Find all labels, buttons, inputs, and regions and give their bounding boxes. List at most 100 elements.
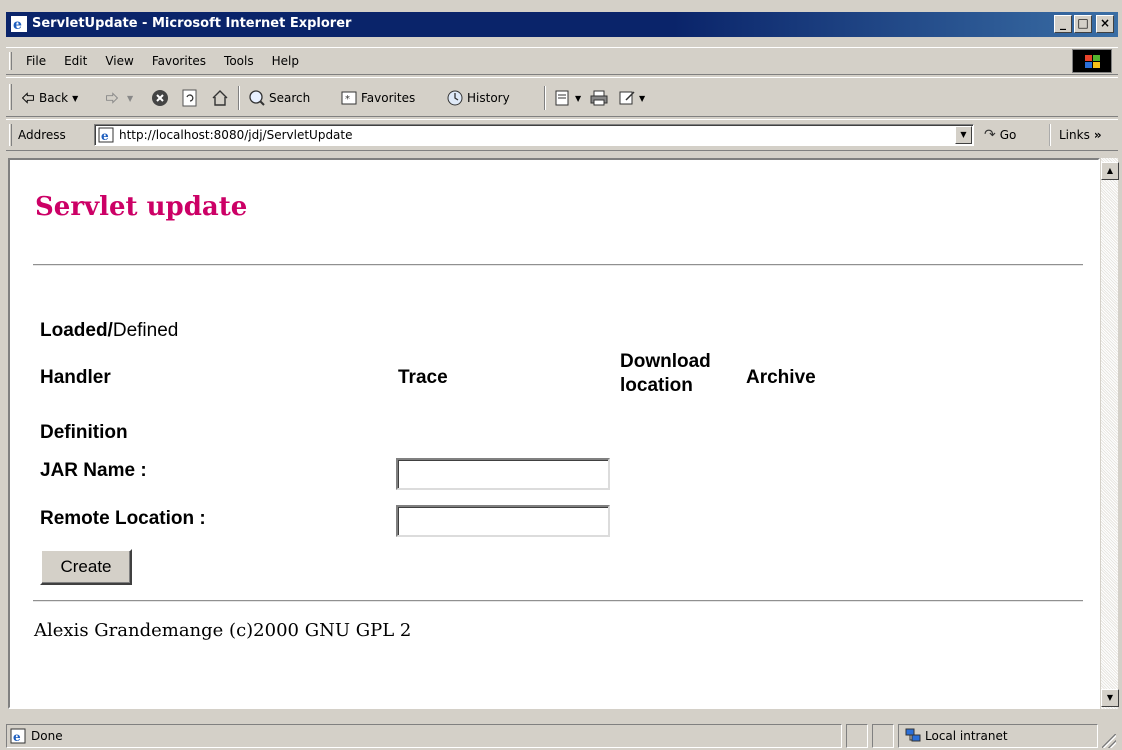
- search-label: Search: [269, 91, 311, 105]
- close-button[interactable]: ×: [1096, 15, 1114, 33]
- address-bar: Address e http://localhost:8080/jdj/Serv…: [6, 119, 1118, 151]
- column-header-archive: Archive: [746, 367, 816, 388]
- menu-view[interactable]: View: [96, 54, 142, 68]
- internet-explorer-icon: e: [11, 16, 27, 32]
- menu-help[interactable]: Help: [263, 54, 308, 68]
- forward-dropdown-icon[interactable]: ▼: [127, 94, 133, 103]
- horizontal-rule: [33, 600, 1083, 602]
- menu-tools[interactable]: Tools: [215, 54, 263, 68]
- links-label: Links: [1059, 128, 1090, 142]
- forward-button[interactable]: ▼: [104, 86, 133, 110]
- vertical-scrollbar[interactable]: ▲ ▼: [1100, 158, 1119, 709]
- history-button[interactable]: History: [446, 86, 510, 110]
- page-title: Servlet update: [35, 192, 248, 222]
- toolbar-grip[interactable]: [9, 84, 12, 110]
- back-button[interactable]: Back ▼: [20, 86, 78, 110]
- address-label: Address: [18, 128, 66, 142]
- address-input[interactable]: e http://localhost:8080/jdj/ServletUpdat…: [94, 124, 974, 146]
- status-panel-security: [872, 724, 894, 748]
- edit-page-icon: [619, 91, 635, 105]
- loaded-label: Loaded/: [40, 320, 113, 341]
- page-content: Servlet update Loaded/Defined Handler Tr…: [8, 158, 1100, 709]
- menu-favorites[interactable]: Favorites: [143, 54, 215, 68]
- forward-arrow-icon: [106, 92, 119, 104]
- go-arrow-icon: ↷: [984, 127, 996, 143]
- stop-icon: [152, 90, 168, 106]
- back-label: Back: [39, 91, 69, 105]
- scroll-up-button[interactable]: ▲: [1101, 162, 1119, 180]
- status-text: Done: [31, 729, 63, 743]
- column-header-trace: Trace: [398, 367, 448, 388]
- refresh-button[interactable]: [181, 86, 202, 110]
- svg-text:e: e: [101, 129, 109, 143]
- stop-button[interactable]: [151, 86, 172, 110]
- horizontal-rule: [33, 264, 1083, 266]
- page-done-icon: e: [10, 728, 26, 744]
- download-line-1: Download: [620, 351, 711, 372]
- home-button[interactable]: [211, 86, 232, 110]
- chevron-right-icon: »: [1093, 128, 1102, 142]
- links-button[interactable]: Links»: [1049, 124, 1102, 146]
- standard-toolbar: Back ▼ ▼ Search * Favorites History ▼ ▼: [6, 77, 1118, 117]
- address-grip[interactable]: [9, 124, 12, 146]
- search-button[interactable]: Search: [248, 86, 310, 110]
- mail-icon: [555, 90, 569, 106]
- status-bar: e Done Local intranet: [6, 722, 1118, 750]
- column-header-download-location: Download location: [620, 350, 711, 398]
- title-bar[interactable]: e ServletUpdate - Microsoft Internet Exp…: [6, 12, 1118, 37]
- print-button[interactable]: [590, 86, 611, 110]
- go-label: Go: [999, 128, 1017, 142]
- favorites-button[interactable]: * Favorites: [340, 86, 415, 110]
- maximize-button[interactable]: □: [1074, 15, 1092, 33]
- menu-file[interactable]: File: [20, 54, 55, 68]
- status-panel-progress: [846, 724, 868, 748]
- menu-grip[interactable]: [9, 52, 12, 70]
- mail-dropdown-icon[interactable]: ▼: [575, 94, 581, 103]
- local-intranet-icon: [905, 728, 921, 742]
- edit-dropdown-icon[interactable]: ▼: [639, 94, 645, 103]
- minimize-button[interactable]: _: [1054, 15, 1072, 33]
- jar-name-label: JAR Name :: [40, 460, 147, 481]
- remote-location-label: Remote Location :: [40, 508, 206, 529]
- definition-heading: Definition: [40, 422, 128, 443]
- column-header-handler: Handler: [40, 367, 111, 388]
- resize-grip[interactable]: [1102, 734, 1116, 748]
- windows-logo: [1072, 49, 1112, 73]
- create-button[interactable]: Create: [40, 549, 132, 585]
- page-icon: e: [98, 127, 114, 143]
- search-icon: [249, 90, 265, 106]
- defined-label: Defined: [112, 320, 179, 341]
- download-line-2: location: [620, 375, 693, 396]
- svg-text:*: *: [345, 94, 350, 105]
- menu-edit[interactable]: Edit: [55, 54, 96, 68]
- menu-bar: File Edit View Favorites Tools Help: [6, 47, 1118, 75]
- toolbar-separator: [544, 86, 546, 110]
- svg-text:e: e: [13, 17, 22, 32]
- toolbar-separator: [238, 86, 240, 110]
- mail-button[interactable]: ▼: [554, 86, 581, 110]
- edit-button[interactable]: ▼: [618, 86, 645, 110]
- address-dropdown-button[interactable]: ▼: [955, 126, 972, 144]
- back-dropdown-icon[interactable]: ▼: [72, 94, 78, 103]
- footer-text: Alexis Grandemange (c)2000 GNU GPL 2: [34, 620, 412, 641]
- jar-name-input[interactable]: [396, 458, 610, 490]
- status-panel-zone[interactable]: Local intranet: [898, 724, 1098, 748]
- browser-window: e ServletUpdate - Microsoft Internet Exp…: [6, 0, 1122, 750]
- loaded-defined-heading: Loaded/Defined: [40, 320, 178, 342]
- favorites-icon: *: [341, 91, 357, 105]
- go-button[interactable]: ↷ Go: [984, 127, 1016, 143]
- window-title: ServletUpdate - Microsoft Internet Explo…: [32, 16, 352, 31]
- favorites-label: Favorites: [361, 91, 416, 105]
- home-icon: [212, 90, 228, 106]
- print-icon: [590, 90, 608, 106]
- status-panel-main: e Done: [6, 724, 842, 748]
- history-label: History: [467, 91, 510, 105]
- address-url[interactable]: http://localhost:8080/jdj/ServletUpdate: [119, 128, 353, 142]
- scroll-down-button[interactable]: ▼: [1101, 689, 1119, 707]
- refresh-icon: [182, 89, 197, 107]
- history-icon: [447, 90, 463, 106]
- windows-flag-icon: [1085, 55, 1100, 68]
- zone-text: Local intranet: [925, 729, 1008, 743]
- back-arrow-icon: [21, 92, 34, 104]
- remote-location-input[interactable]: [396, 505, 610, 537]
